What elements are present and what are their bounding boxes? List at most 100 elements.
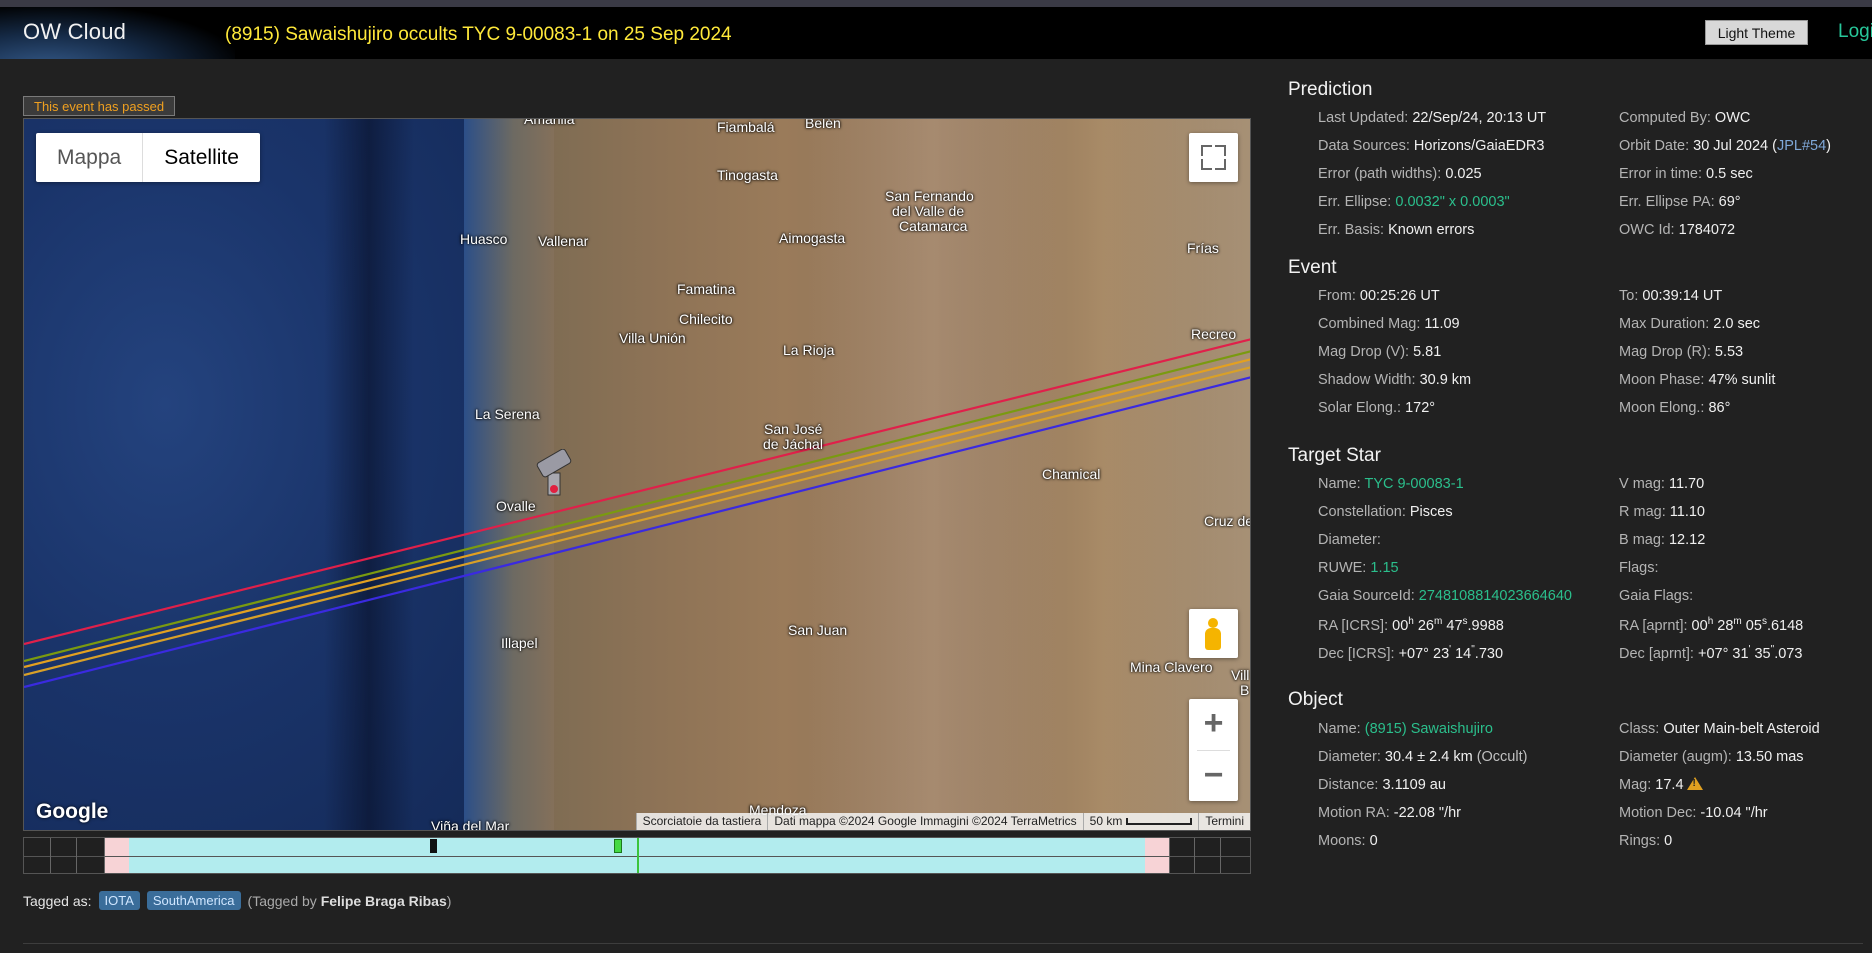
shadow-width: Shadow Width: 30.9 km xyxy=(1318,372,1472,388)
error-in-time: Error in time: 0.5 sec xyxy=(1619,166,1753,182)
tagged-by-prefix: (Tagged by xyxy=(247,892,321,909)
map-scale: 50 km xyxy=(1082,813,1199,830)
star-name: Name: TYC 9-00083-1 xyxy=(1318,476,1464,492)
place-label: San Juan xyxy=(788,622,848,638)
err-ellipse-pa: Err. Ellipse PA: 69° xyxy=(1619,194,1741,210)
place-label: Frías xyxy=(1187,240,1219,256)
err-basis: Err. Basis: Known errors xyxy=(1318,222,1475,238)
err-ellipse: Err. Ellipse: 0.0032" x 0.0003" xyxy=(1318,194,1510,210)
google-logo: Google xyxy=(36,800,109,823)
place-label: Mina Clavero xyxy=(1130,659,1213,675)
place-label: Villa Unión xyxy=(619,330,686,346)
ow-cloud-logo[interactable]: OW Cloud xyxy=(0,7,235,59)
moon-elong: Moon Elong.: 86° xyxy=(1619,400,1731,416)
header: OW Cloud (8915) Sawaishujiro occults TYC… xyxy=(0,7,1872,59)
object-class: Class: Outer Main-belt Asteroid xyxy=(1619,721,1820,737)
event-passed-badge: This event has passed xyxy=(23,96,176,116)
place-label: de Jáchal xyxy=(763,436,823,452)
tagged-by: (Tagged by Felipe Braga Ribas) xyxy=(248,893,452,909)
computed-by: Computed By: OWC xyxy=(1619,110,1751,126)
ra-aprnt: RA [aprnt]: 00h 28m 05s.6148 xyxy=(1619,616,1804,634)
event-from: From: 00:25:26 UT xyxy=(1318,288,1440,304)
dec-icrs: Dec [ICRS]: +07° 23' 14".730 xyxy=(1318,644,1504,662)
event-timeline[interactable] xyxy=(23,837,1251,874)
place-label: Aimogasta xyxy=(779,230,846,246)
place-label: Vallenar xyxy=(538,233,589,249)
place-label: Illapel xyxy=(501,635,538,651)
tags-row: Tagged as: IOTA SouthAmerica (Tagged by … xyxy=(23,891,451,910)
zoom-out-button[interactable]: − xyxy=(1189,751,1238,801)
moon-phase: Moon Phase: 47% sunlit xyxy=(1619,372,1776,388)
orbit-ref-link[interactable]: JPL#54 xyxy=(1777,138,1826,154)
path-line-south xyxy=(24,366,1250,677)
map-type-mappa[interactable]: Mappa xyxy=(36,133,142,182)
place-label: Recreo xyxy=(1191,326,1237,342)
login-link[interactable]: Logi xyxy=(1838,21,1872,43)
scale-bar xyxy=(1126,818,1193,826)
tag-iota[interactable]: IOTA xyxy=(98,891,140,910)
object-name: Name: (8915) Sawaishujiro xyxy=(1318,721,1493,737)
mag-drop-v: Mag Drop (V): 5.81 xyxy=(1318,344,1442,360)
timeline-tick xyxy=(1220,838,1221,873)
timeline-tick xyxy=(1194,838,1195,873)
path-line-north-error xyxy=(24,338,1250,646)
ruwe-link[interactable]: 1.15 xyxy=(1370,560,1398,576)
page-title: (8915) Sawaishujiro occults TYC 9-00083-… xyxy=(225,24,732,45)
keyboard-shortcuts-link[interactable]: Scorciatoie da tastiera xyxy=(635,813,768,830)
place-label: Cruz de xyxy=(1204,513,1251,529)
terms-link[interactable]: Termini xyxy=(1198,813,1250,830)
timeline-tick xyxy=(1169,838,1170,873)
place-label: Belén xyxy=(805,118,841,131)
place-label: Huasco xyxy=(460,231,508,247)
motion-dec: Motion Dec: -10.04 "/hr xyxy=(1619,805,1768,821)
zoom-control: + − xyxy=(1189,699,1238,801)
err-ellipse-link[interactable]: 0.0032" x 0.0003" xyxy=(1395,194,1509,210)
motion-ra: Motion RA: -22.08 "/hr xyxy=(1318,805,1461,821)
bottom-divider xyxy=(23,943,1863,944)
map-view[interactable]: Mappa Satellite + − Amarilla Fiambalá Be… xyxy=(23,118,1251,831)
place-label: Amarilla xyxy=(524,118,575,127)
star-vmag: V mag: 11.70 xyxy=(1619,476,1705,492)
combined-mag: Combined Mag: 11.09 xyxy=(1318,316,1460,332)
tag-southamerica[interactable]: SouthAmerica xyxy=(146,891,241,910)
solar-elong: Solar Elong.: 172° xyxy=(1318,400,1436,416)
ra-icrs: RA [ICRS]: 00h 26m 47s.9988 xyxy=(1318,616,1504,634)
gaia-flags: Gaia Flags: xyxy=(1619,588,1694,604)
zoom-in-button[interactable]: + xyxy=(1189,699,1238,749)
place-label: Famatina xyxy=(677,281,736,297)
place-label: Chamical xyxy=(1042,466,1101,482)
map-type-control: Mappa Satellite xyxy=(36,133,260,182)
star-constellation: Constellation: Pisces xyxy=(1318,504,1453,520)
light-theme-button[interactable]: Light Theme xyxy=(1705,20,1808,45)
scale-label: 50 km xyxy=(1089,814,1123,828)
fullscreen-icon[interactable] xyxy=(1189,133,1238,182)
max-duration: Max Duration: 2.0 sec xyxy=(1619,316,1761,332)
path-line-center xyxy=(24,358,1250,669)
tagged-by-name: Felipe Braga Ribas xyxy=(320,892,447,909)
object-name-link[interactable]: (8915) Sawaishujiro xyxy=(1365,721,1493,737)
top-strip xyxy=(0,0,1872,7)
place-label: La Rioja xyxy=(783,342,835,358)
gaia-source-id: Gaia SourceId: 2748108814023664640 xyxy=(1318,588,1572,604)
timeline-marker-current[interactable] xyxy=(614,839,622,853)
street-view-pegman-icon[interactable] xyxy=(1189,609,1238,658)
timeline-marker-start[interactable] xyxy=(430,839,437,853)
place-label: Catamarca xyxy=(899,218,968,234)
observer-telescope-icon[interactable] xyxy=(532,449,578,501)
gaia-source-link[interactable]: 2748108814023664640 xyxy=(1419,588,1572,604)
mag-drop-r: Mag Drop (R): 5.53 xyxy=(1619,344,1744,360)
map-data-credit: Dati mappa ©2024 Google Immagini ©2024 T… xyxy=(767,813,1082,830)
place-label: Fiambalá xyxy=(717,119,775,135)
place-label: La Serena xyxy=(475,406,540,422)
path-line-north xyxy=(24,350,1250,663)
prediction-title: Prediction xyxy=(1288,79,1373,100)
warning-icon[interactable] xyxy=(1686,777,1703,790)
place-label: Chilecito xyxy=(679,311,733,327)
orbit-date: Orbit Date: 30 Jul 2024 (JPL#54) xyxy=(1619,138,1832,154)
place-label: Viña del Mar xyxy=(431,818,510,831)
object-distance: Distance: 3.1109 au xyxy=(1318,777,1446,793)
object-rings: Rings: 0 xyxy=(1619,833,1673,849)
map-type-satellite[interactable]: Satellite xyxy=(142,133,260,182)
star-name-link[interactable]: TYC 9-00083-1 xyxy=(1365,476,1464,492)
error-path-widths: Error (path widths): 0.025 xyxy=(1318,166,1482,182)
